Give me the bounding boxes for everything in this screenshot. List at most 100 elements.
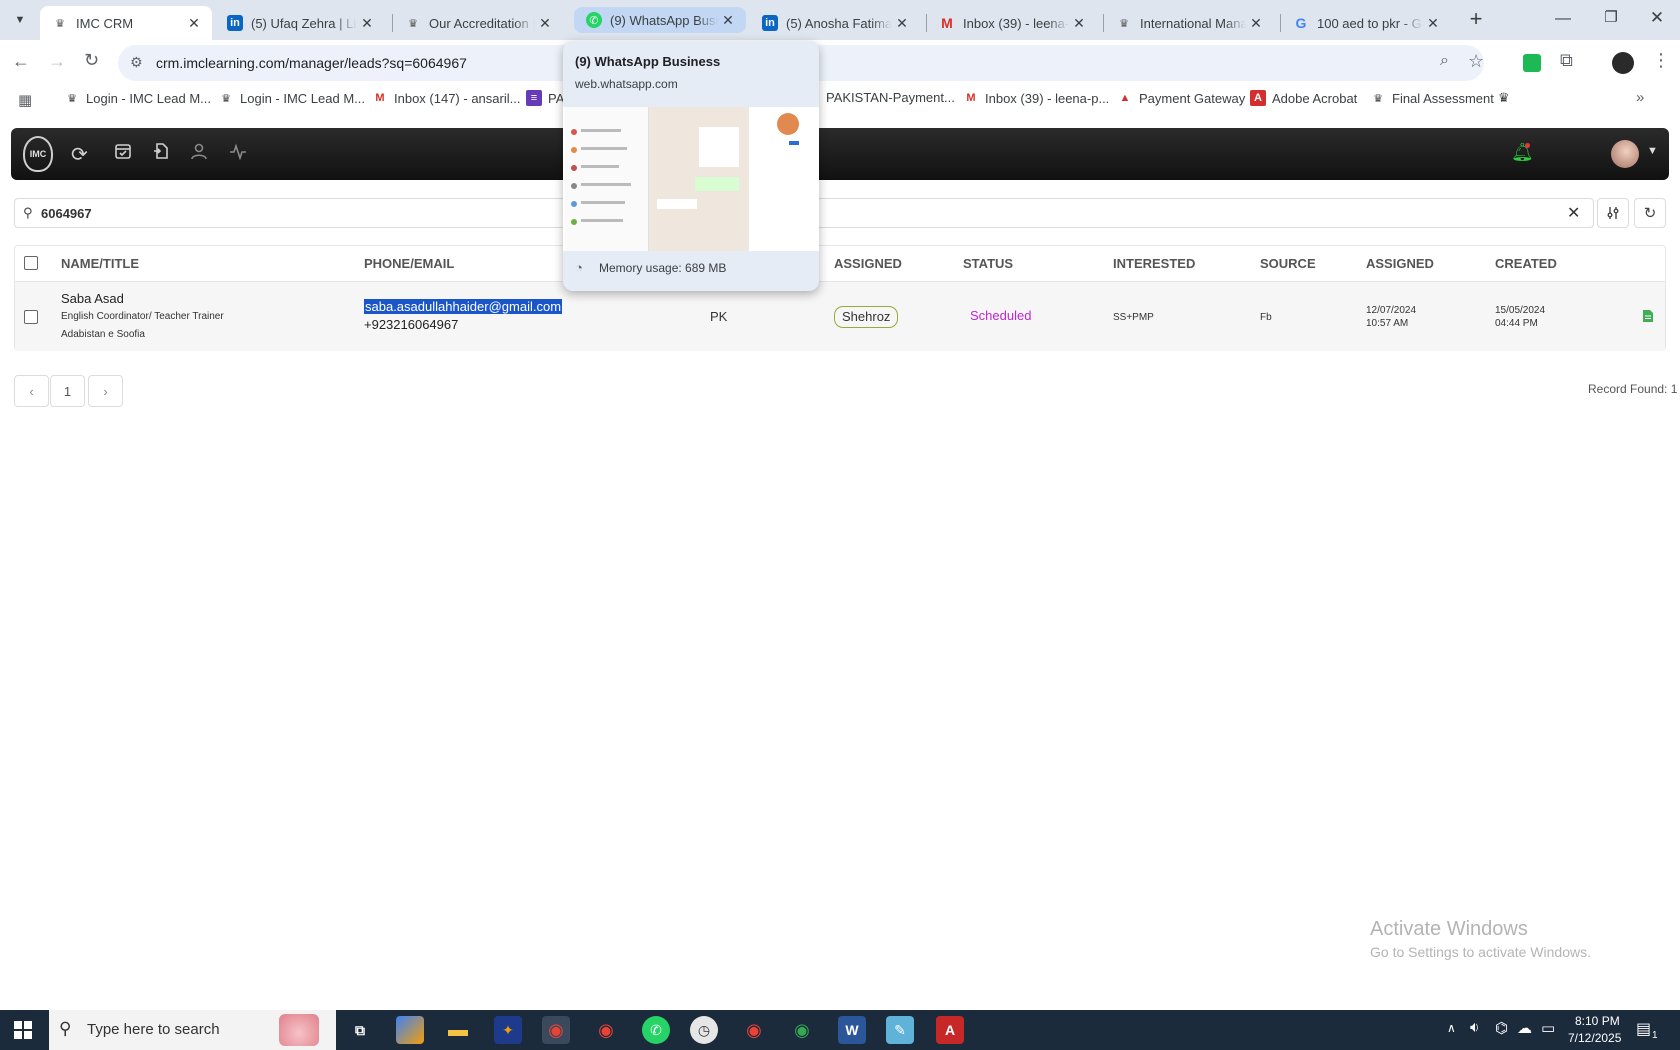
page-number[interactable]: 1 xyxy=(50,375,85,407)
tab-accreditation[interactable]: ♛ Our Accreditation | I ✕ xyxy=(393,6,563,40)
app-orange-icon[interactable]: ✦ xyxy=(494,1016,522,1044)
user-icon[interactable] xyxy=(190,142,214,166)
clock-time[interactable]: 8:10 PM xyxy=(1575,1014,1620,1028)
close-icon[interactable]: ✕ xyxy=(357,15,377,32)
header-created[interactable]: CREATED xyxy=(1495,256,1557,271)
tab-linkedin-ufaq[interactable]: in (5) Ufaq Zehra | Link ✕ xyxy=(215,6,385,40)
bookmark-item[interactable]: A Adobe Acrobat xyxy=(1250,90,1357,106)
menu-kebab-icon[interactable]: ⋮ xyxy=(1652,50,1670,71)
lead-name[interactable]: Saba Asad xyxy=(61,291,124,306)
bookmark-item[interactable]: ♛ Final Assessment xyxy=(1370,90,1494,106)
reload-icon[interactable]: ↻ xyxy=(84,50,99,71)
network-icon[interactable]: ⌬ xyxy=(1495,1019,1508,1037)
row-checkbox[interactable] xyxy=(24,310,38,324)
taskbar-search-placeholder[interactable]: Type here to search xyxy=(87,1021,220,1038)
more-bookmarks-icon[interactable]: » xyxy=(1636,89,1644,106)
header-name-title[interactable]: NAME/TITLE xyxy=(61,256,139,271)
forward-arrow-icon[interactable]: → xyxy=(48,51,66,72)
table-row[interactable]: Saba Asad English Coordinator/ Teacher T… xyxy=(15,281,1665,351)
tab-search-button[interactable]: ▼ xyxy=(6,8,34,32)
document-convert-icon[interactable] xyxy=(152,142,176,166)
filter-settings-button[interactable] xyxy=(1597,198,1629,228)
bookmark-item[interactable]: ♛ Login - IMC Lead M... xyxy=(64,90,211,106)
back-arrow-icon[interactable]: ← xyxy=(12,51,30,72)
bookmark-item[interactable]: ▲ Payment Gateway xyxy=(1117,90,1246,106)
volume-icon[interactable]: 🔉︎ xyxy=(1470,1019,1479,1036)
chevron-down-icon[interactable]: ▼ xyxy=(1647,145,1658,157)
whatsapp-icon[interactable]: ✆ xyxy=(642,1016,670,1044)
extension-green-icon[interactable] xyxy=(1523,54,1541,72)
extensions-puzzle-icon[interactable]: ⧉ xyxy=(1560,50,1573,71)
status-label[interactable]: Scheduled xyxy=(970,308,1031,323)
copilot-icon[interactable] xyxy=(396,1016,424,1044)
assigned-badge[interactable]: Shehroz xyxy=(834,306,899,328)
notes-app-icon[interactable]: ✎ xyxy=(886,1016,914,1044)
tab-google-search[interactable]: G 100 aed to pkr - Goo ✕ xyxy=(1281,6,1451,40)
clear-search-icon[interactable]: ✕ xyxy=(1567,203,1580,223)
select-all-checkbox[interactable] xyxy=(24,256,38,270)
restore-button[interactable]: ❐ xyxy=(1596,8,1626,26)
notification-center-icon[interactable]: ▤ xyxy=(1636,1019,1651,1039)
bookmark-item[interactable]: PAKISTAN-Payment... xyxy=(826,90,955,105)
chrome-alt2-icon[interactable]: ◉ xyxy=(788,1016,816,1044)
tab-international[interactable]: ♛ International Manag ✕ xyxy=(1104,6,1274,40)
chrome-alt-icon[interactable]: ◉ xyxy=(740,1016,768,1044)
header-interested[interactable]: INTERESTED xyxy=(1113,256,1195,271)
header-assigned[interactable]: ASSIGNED xyxy=(834,256,902,271)
bookmark-item[interactable]: M Inbox (39) - leena-p... xyxy=(963,90,1109,106)
lead-email[interactable]: saba.asadullahhaider@gmail.com xyxy=(364,299,563,314)
tab-linkedin-anosha[interactable]: in (5) Anosha Fatima | L ✕ xyxy=(750,6,920,40)
document-icon[interactable] xyxy=(1642,309,1654,328)
taskbar-search-box[interactable]: ⚲ Type here to search xyxy=(49,1010,336,1050)
next-page-button[interactable]: › xyxy=(88,375,123,407)
file-explorer-icon[interactable]: ▬ xyxy=(444,1016,472,1044)
bookmark-item[interactable]: ≡ PA xyxy=(526,90,564,106)
close-icon[interactable]: ✕ xyxy=(535,15,555,32)
acrobat-icon[interactable]: A xyxy=(936,1016,964,1044)
windows-start-icon[interactable] xyxy=(14,1021,32,1044)
close-icon[interactable]: ✕ xyxy=(1423,15,1443,32)
tab-imc-crm[interactable]: ♛ IMC CRM ✕ xyxy=(40,6,212,40)
word-icon[interactable]: W xyxy=(838,1016,866,1044)
clock-date[interactable]: 7/12/2025 xyxy=(1568,1031,1621,1045)
zoom-icon[interactable]: ⌕ xyxy=(1440,52,1449,70)
notification-bell-icon[interactable]: 🔔︎ xyxy=(1511,142,1534,163)
activity-icon[interactable] xyxy=(229,142,253,166)
weather-icon[interactable]: ☁ xyxy=(1517,1019,1532,1037)
search-input[interactable]: 6064967 xyxy=(41,206,92,221)
user-avatar[interactable] xyxy=(1611,140,1639,168)
clock-app-icon[interactable]: ◷ xyxy=(690,1016,718,1044)
close-icon[interactable]: ✕ xyxy=(718,12,738,29)
close-icon[interactable]: ✕ xyxy=(1069,15,1089,32)
lead-phone[interactable]: +923216064967 xyxy=(364,317,458,332)
sync-icon[interactable]: ⟳ xyxy=(71,142,95,166)
chrome-icon[interactable]: ◉ xyxy=(542,1016,570,1044)
calendar-icon[interactable] xyxy=(114,142,138,166)
imc-logo[interactable]: IMC xyxy=(23,136,53,172)
prev-page-button[interactable]: ‹ xyxy=(14,375,49,407)
tab-whatsapp[interactable]: ✆ (9) WhatsApp Busin ✕ xyxy=(574,7,746,33)
site-info-icon[interactable]: ⚙ xyxy=(130,54,143,71)
header-assigned-date[interactable]: ASSIGNED xyxy=(1366,256,1434,271)
bookmark-star-icon[interactable]: ☆ xyxy=(1468,51,1484,72)
refresh-button[interactable]: ↻ xyxy=(1634,198,1666,228)
close-icon[interactable]: ✕ xyxy=(1246,15,1266,32)
profile-avatar-icon[interactable] xyxy=(1612,52,1634,74)
url-text[interactable]: crm.imclearning.com/manager/leads?sq=606… xyxy=(156,55,467,71)
header-source[interactable]: SOURCE xyxy=(1260,256,1316,271)
apps-grid-icon[interactable]: ▦ xyxy=(18,91,32,109)
tray-chevron-icon[interactable]: ∧ xyxy=(1447,1021,1456,1035)
close-icon[interactable]: ✕ xyxy=(184,15,204,32)
chrome-profile-icon[interactable]: ◉ xyxy=(592,1016,620,1044)
close-window-button[interactable]: ✕ xyxy=(1642,8,1672,28)
close-icon[interactable]: ✕ xyxy=(892,15,912,32)
new-tab-button[interactable]: + xyxy=(1462,6,1490,34)
task-view-icon[interactable]: ⧉ xyxy=(346,1016,374,1044)
header-status[interactable]: STATUS xyxy=(963,256,1013,271)
header-phone-email[interactable]: PHONE/EMAIL xyxy=(364,256,454,271)
display-icon[interactable]: ▭ xyxy=(1541,1019,1555,1037)
minimize-button[interactable]: — xyxy=(1548,10,1578,28)
bookmark-item[interactable]: M Inbox (147) - ansaril... xyxy=(372,90,520,106)
tab-gmail-inbox[interactable]: M Inbox (39) - leena-p ✕ xyxy=(927,6,1097,40)
imc-logo-icon[interactable]: ♛ xyxy=(1498,90,1510,106)
